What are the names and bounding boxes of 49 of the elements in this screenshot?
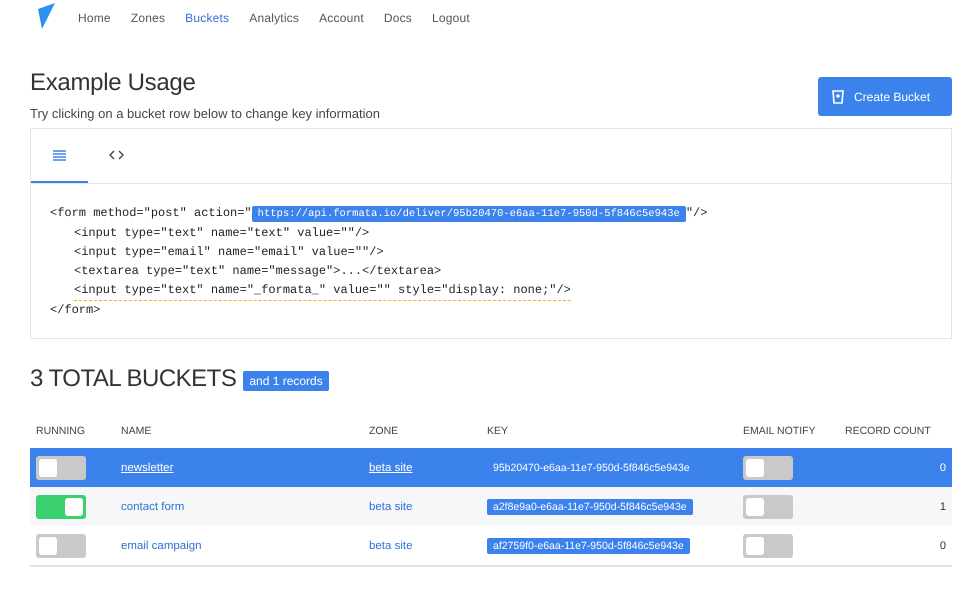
logo-icon — [36, 3, 56, 29]
toggle-switch[interactable] — [36, 534, 86, 558]
zone-link[interactable]: beta site — [369, 462, 412, 474]
code-line: <form method="post" action=" https://api.formata.io/deliver/95b20470-e6aa-11e7-950d-5f846c5e943e "/> — [50, 205, 708, 224]
record-count: 1 — [940, 500, 946, 512]
page-title: Example Usage — [30, 68, 197, 98]
nav-link[interactable]: Account — [309, 11, 374, 25]
nav-link[interactable]: Buckets — [175, 11, 240, 25]
toggle-switch[interactable] — [743, 494, 793, 518]
page-subtitle: Try clicking on a bucket row below to change key information — [30, 106, 380, 121]
bucket-key: 95b20470-e6aa-11e7-950d-5f846c5e943e — [487, 460, 696, 476]
bucket-name-link[interactable]: contact form — [121, 500, 184, 512]
record-count: 0 — [940, 540, 946, 552]
column-header: EMAIL NOTIFY — [742, 425, 817, 439]
code-line: <input type="email" name="email" value=""/> — [74, 244, 384, 261]
column-header: KEY — [486, 425, 510, 439]
list-icon — [53, 150, 66, 160]
nav-link[interactable]: Zones — [120, 11, 176, 25]
code-icon — [109, 150, 124, 160]
toggle-switch[interactable] — [743, 456, 793, 480]
nav-link[interactable]: Home — [68, 11, 121, 25]
bucket-key: a2f8e9a0-e6aa-11e7-950d-5f846c5e943e — [487, 498, 693, 514]
bucket-name-link[interactable]: newsletter — [121, 462, 174, 474]
code-line: <textarea type="text" name="message">...</textarea> — [74, 263, 442, 280]
record-count: 0 — [940, 462, 946, 474]
bucket-key: af2759f0-e6aa-11e7-950d-5f846c5e943e — [487, 538, 690, 554]
zone-link[interactable]: beta site — [369, 500, 412, 512]
nav-link[interactable]: Analytics — [239, 11, 310, 25]
code-line: <input type="text" name="_formata_" value="" style="display: none;"/> — [74, 281, 571, 301]
bucket-icon — [832, 90, 844, 104]
endpoint-url: https://api.formata.io/deliver/95b20470-e6aa-11e7-950d-5f846c5e943e — [252, 206, 686, 222]
nav-link[interactable]: Logout — [422, 11, 480, 25]
column-header: ZONE — [368, 425, 400, 439]
column-header: NAME — [120, 425, 152, 439]
toggle-switch[interactable] — [36, 494, 86, 518]
code-line: <input type="text" name="text" value=""/> — [74, 225, 370, 242]
toggle-switch[interactable] — [743, 534, 793, 558]
create-bucket-button[interactable]: Create Bucket — [818, 77, 952, 116]
records-badge: and 1 records — [243, 370, 329, 390]
code-line: </form> — [50, 302, 100, 319]
bucket-row[interactable]: contact form beta site a2f8e9a0-e6aa-11e7-950d-5f846c5e943e 1 — [30, 487, 952, 526]
buckets-heading: 3 TOTAL BUCKETS — [30, 365, 236, 393]
toggle-switch[interactable] — [36, 456, 86, 480]
bucket-name-link[interactable]: email campaign — [121, 540, 202, 552]
column-header: RECORD COUNT — [844, 425, 932, 439]
nav-link[interactable]: Docs — [374, 11, 422, 25]
zone-link[interactable]: beta site — [369, 540, 412, 552]
bucket-row[interactable]: newsletter beta site 95b20470-e6aa-11e7-950d-5f846c5e943e 0 — [30, 448, 952, 487]
column-header: RUNNING — [35, 425, 86, 439]
